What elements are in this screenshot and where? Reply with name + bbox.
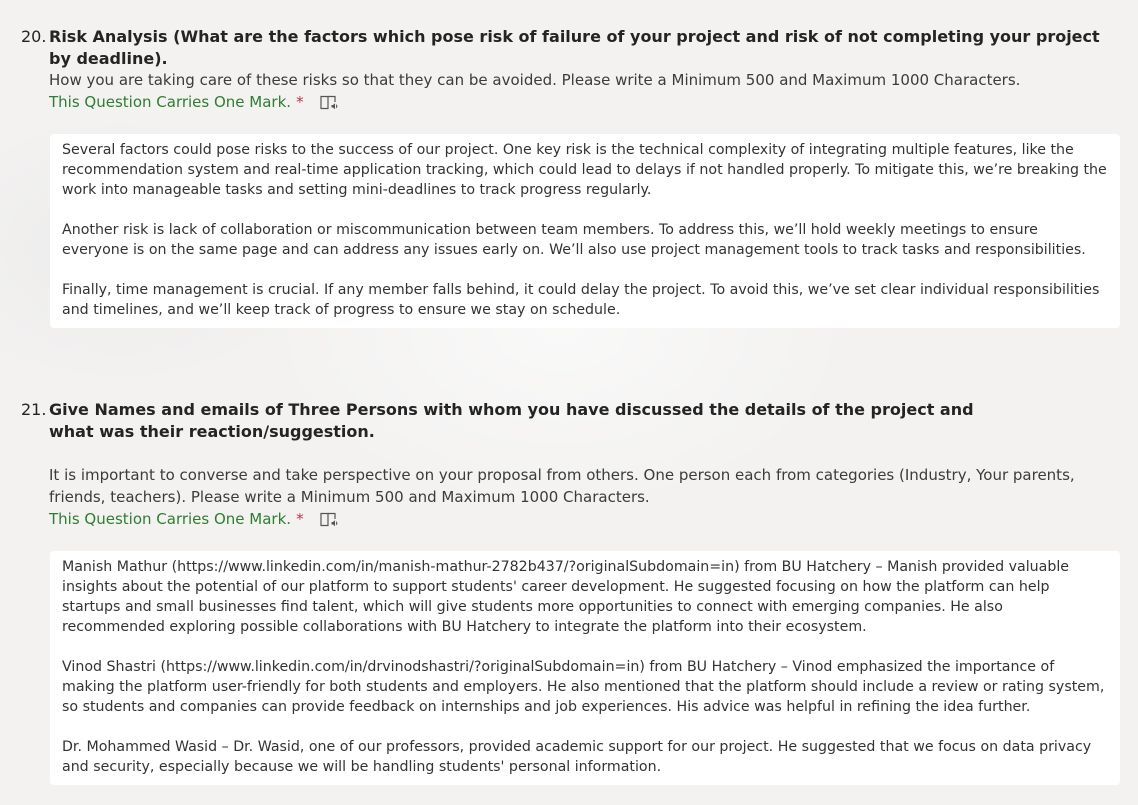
mark-text: This Question Carries One Mark. [49, 510, 292, 528]
immersive-reader-icon[interactable] [319, 511, 339, 528]
question-description: It is important to converse and take per… [49, 466, 1075, 506]
question-title: Give Names and emails of Three Persons w… [49, 400, 974, 441]
required-asterisk: * [296, 93, 304, 111]
answer-paragraph: Manish Mathur (https://www.linkedin.com/… [62, 559, 1070, 635]
immersive-reader-icon[interactable] [319, 94, 339, 111]
question-number: 20. [21, 27, 47, 46]
answer-textarea[interactable]: Several factors could pose risks to the … [50, 134, 1120, 328]
question-mark-line: This Question Carries One Mark. * [49, 509, 339, 530]
answer-paragraph: Another risk is lack of collaboration or… [62, 222, 1086, 258]
question-number: 21. [21, 400, 47, 419]
question-title: Risk Analysis (What are the factors whic… [49, 27, 1100, 68]
answer-textarea[interactable]: Manish Mathur (https://www.linkedin.com/… [50, 551, 1120, 785]
question-mark-line: This Question Carries One Mark. * [49, 92, 339, 113]
answer-paragraph: Several factors could pose risks to the … [62, 142, 1107, 198]
answer-paragraph: Finally, time management is crucial. If … [62, 282, 1100, 318]
question-description: How you are taking care of these risks s… [49, 71, 1021, 89]
required-asterisk: * [296, 510, 304, 528]
answer-paragraph: Dr. Mohammed Wasid – Dr. Wasid, one of o… [62, 739, 1092, 775]
answer-paragraph: Vinod Shastri (https://www.linkedin.com/… [62, 659, 1105, 715]
mark-text: This Question Carries One Mark. [49, 93, 292, 111]
